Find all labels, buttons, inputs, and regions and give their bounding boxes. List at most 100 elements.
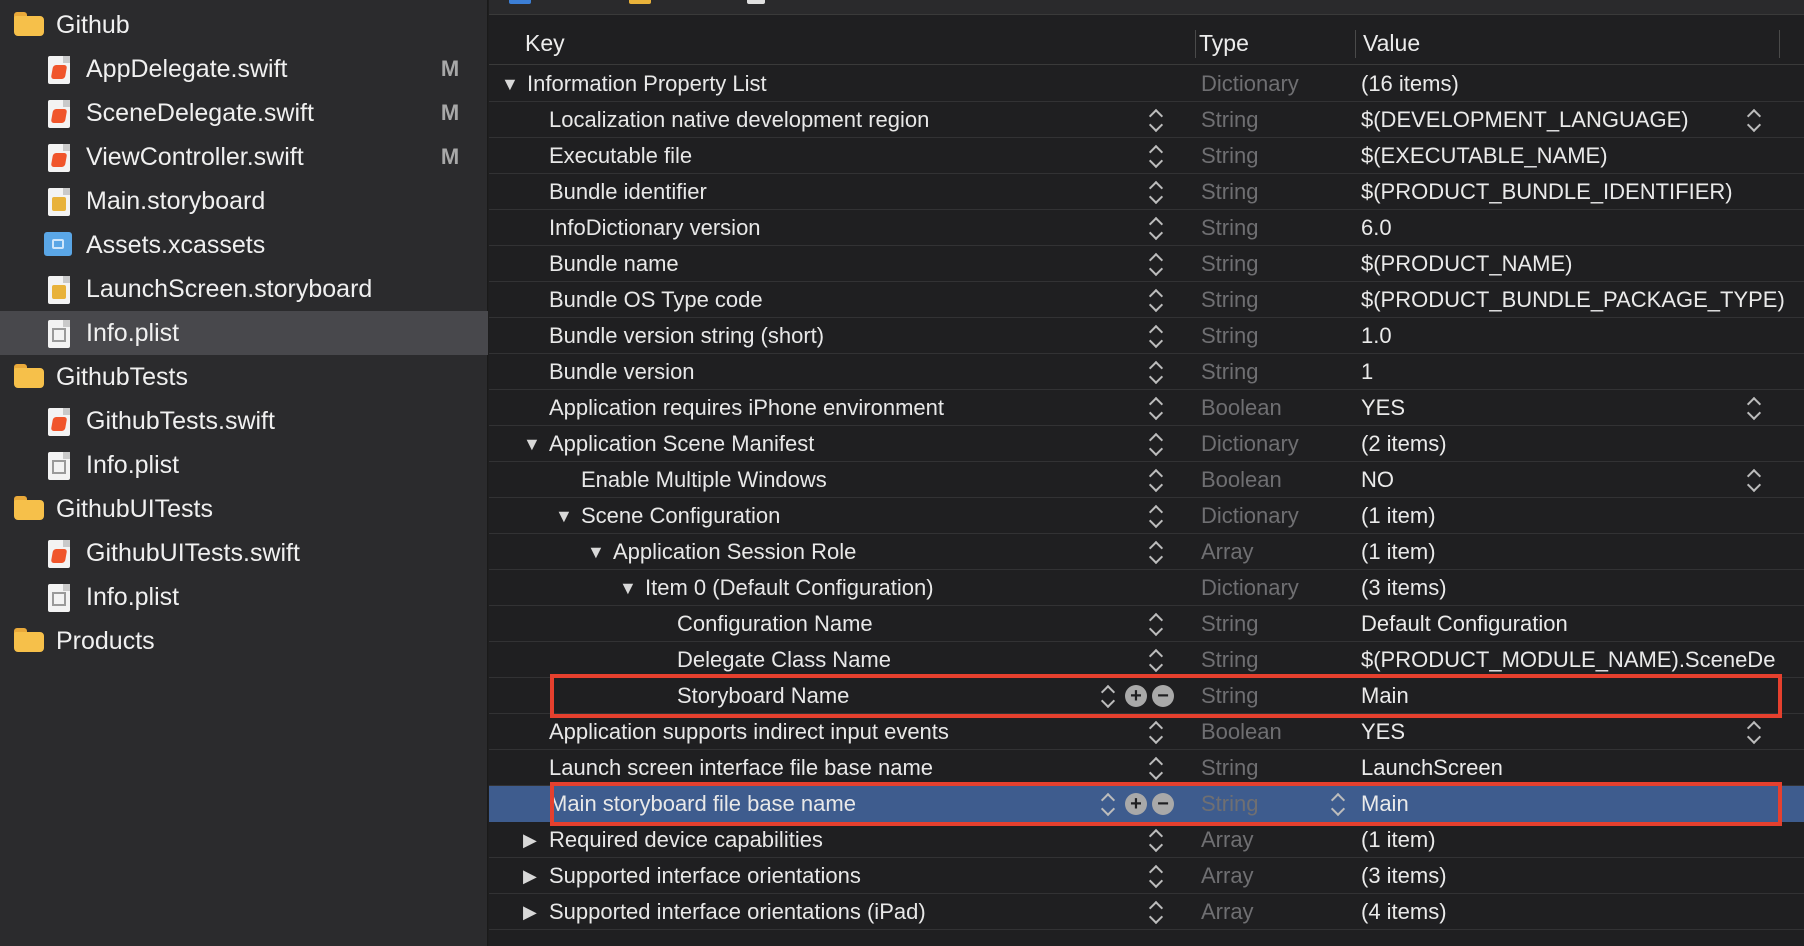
plist-type[interactable]: Boolean (1201, 390, 1282, 426)
plist-value[interactable]: (1 item) (1361, 498, 1791, 534)
navigator-group[interactable]: GithubTests (0, 355, 488, 399)
plist-row[interactable]: Launch screen interface file base name St… (489, 750, 1804, 786)
plist-key[interactable]: Scene Configuration (581, 498, 780, 534)
navigator-group[interactable]: Github (0, 3, 488, 47)
plist-key[interactable]: Storyboard Name (677, 678, 849, 714)
navigator-group[interactable]: GithubUITests (0, 487, 488, 531)
plist-type[interactable]: String (1201, 606, 1258, 642)
plist-row[interactable]: Storyboard Name + − String Main (489, 678, 1804, 714)
navigator-file[interactable]: Info.plist (0, 575, 488, 619)
navigator-group[interactable]: Products (0, 619, 488, 663)
plist-type[interactable]: String (1201, 318, 1258, 354)
disclosure-open-icon[interactable]: ▼ (619, 570, 637, 606)
key-stepper-icon[interactable] (1149, 468, 1163, 492)
column-header-value[interactable]: Value (1363, 22, 1420, 64)
plist-row[interactable]: Bundle version String 1 (489, 354, 1804, 390)
plist-row[interactable]: ▼ Application Session Role Array (1 item) (489, 534, 1804, 570)
plist-row[interactable]: Localization native development region St… (489, 102, 1804, 138)
plist-key[interactable]: Required device capabilities (549, 822, 823, 858)
key-stepper-icon[interactable] (1149, 288, 1163, 312)
plist-key[interactable]: Supported interface orientations (iPad) (549, 894, 926, 930)
plist-type[interactable]: Array (1201, 858, 1254, 894)
plist-type[interactable]: Array (1201, 894, 1254, 930)
key-stepper-icon[interactable] (1149, 252, 1163, 276)
navigator-file[interactable]: Assets.xcassets (0, 223, 488, 267)
key-stepper-icon[interactable] (1149, 360, 1163, 384)
plist-row[interactable]: Main storyboard file base name + − String Ma… (489, 786, 1804, 822)
plist-row[interactable]: ▶ Supported interface orientations Array (3… (489, 858, 1804, 894)
plist-value[interactable]: 1.0 (1361, 318, 1791, 354)
navigator-file[interactable]: ViewController.swift M (0, 135, 488, 179)
plist-key[interactable]: Application Scene Manifest (549, 426, 814, 462)
plist-type[interactable]: String (1201, 282, 1258, 318)
navigator-file[interactable]: Main.storyboard (0, 179, 488, 223)
plist-type[interactable]: String (1201, 642, 1258, 678)
disclosure-closed-icon[interactable]: ▶ (523, 822, 537, 858)
disclosure-open-icon[interactable]: ▼ (555, 498, 573, 534)
plist-value[interactable]: $(PRODUCT_NAME) (1361, 246, 1791, 282)
navigator-file[interactable]: LaunchScreen.storyboard (0, 267, 488, 311)
plist-key[interactable]: Bundle name (549, 246, 679, 282)
plist-row[interactable]: ▶ Required device capabilities Array (1 ite… (489, 822, 1804, 858)
navigator-file[interactable]: Info.plist (0, 311, 488, 355)
plist-key[interactable]: Bundle version string (short) (549, 318, 824, 354)
plist-value[interactable]: (3 items) (1361, 858, 1791, 894)
plist-value[interactable]: (2 items) (1361, 426, 1791, 462)
plist-row[interactable]: Application supports indirect input even… (489, 714, 1804, 750)
plist-value[interactable]: Default Configuration (1361, 606, 1791, 642)
plist-value[interactable]: 1 (1361, 354, 1791, 390)
key-stepper-icon[interactable] (1149, 144, 1163, 168)
key-stepper-icon[interactable] (1101, 684, 1115, 708)
key-stepper-icon[interactable] (1149, 540, 1163, 564)
plist-row[interactable]: Bundle identifier String $(PRODUCT_BUNDLE_… (489, 174, 1804, 210)
navigator-file[interactable]: AppDelegate.swift M (0, 47, 488, 91)
plist-type[interactable]: Dictionary (1201, 426, 1299, 462)
jump-bar-crumb-icon[interactable] (509, 0, 531, 4)
plist-type[interactable]: String (1201, 678, 1258, 714)
plist-value[interactable]: (16 items) (1361, 66, 1791, 102)
plist-type[interactable]: String (1201, 246, 1258, 282)
key-stepper-icon[interactable] (1149, 396, 1163, 420)
plist-key[interactable]: Localization native development region (549, 102, 929, 138)
plist-key[interactable]: Application requires iPhone environment (549, 390, 944, 426)
disclosure-open-icon[interactable]: ▼ (587, 534, 605, 570)
disclosure-open-icon[interactable]: ▼ (523, 426, 541, 462)
plist-row[interactable]: ▼ Information Property List Dictionary (16 … (489, 66, 1804, 102)
key-stepper-icon[interactable] (1149, 648, 1163, 672)
plist-value[interactable]: $(DEVELOPMENT_LANGUAGE) (1361, 102, 1791, 138)
plist-key[interactable]: Item 0 (Default Configuration) (645, 570, 934, 606)
plist-value[interactable]: LaunchScreen (1361, 750, 1791, 786)
key-stepper-icon[interactable] (1149, 216, 1163, 240)
plist-row[interactable]: InfoDictionary version String 6.0 (489, 210, 1804, 246)
plist-key[interactable]: Delegate Class Name (677, 642, 891, 678)
add-row-icon[interactable]: + (1125, 793, 1147, 815)
column-separator[interactable] (1355, 30, 1356, 58)
remove-row-icon[interactable]: − (1152, 793, 1174, 815)
plist-type[interactable]: String (1201, 354, 1258, 390)
plist-type[interactable]: String (1201, 174, 1258, 210)
plist-key[interactable]: Bundle OS Type code (549, 282, 763, 318)
jump-bar[interactable] (489, 0, 1804, 15)
plist-value[interactable]: Main (1361, 786, 1791, 822)
plist-row[interactable]: Delegate Class Name String $(PRODUCT_MODUL… (489, 642, 1804, 678)
key-stepper-icon[interactable] (1149, 612, 1163, 636)
add-row-icon[interactable]: + (1125, 685, 1147, 707)
type-stepper-icon[interactable] (1331, 792, 1345, 816)
navigator-file[interactable]: GithubTests.swift (0, 399, 488, 443)
plist-value[interactable]: (1 item) (1361, 822, 1791, 858)
plist-key[interactable]: Enable Multiple Windows (581, 462, 827, 498)
plist-value[interactable]: (3 items) (1361, 570, 1791, 606)
key-stepper-icon[interactable] (1149, 828, 1163, 852)
plist-type[interactable]: Boolean (1201, 462, 1282, 498)
navigator-file[interactable]: SceneDelegate.swift M (0, 91, 488, 135)
plist-row[interactable]: Enable Multiple Windows Boolean NO (489, 462, 1804, 498)
plist-row[interactable]: Executable file String $(EXECUTABLE_NAME) (489, 138, 1804, 174)
plist-key[interactable]: Main storyboard file base name (549, 786, 856, 822)
jump-bar-file-icon[interactable] (747, 0, 765, 4)
key-stepper-icon[interactable] (1149, 720, 1163, 744)
plist-row[interactable]: ▼ Application Scene Manifest Dictionary (2 … (489, 426, 1804, 462)
key-stepper-icon[interactable] (1149, 180, 1163, 204)
plist-row[interactable]: Bundle name String $(PRODUCT_NAME) (489, 246, 1804, 282)
plist-row[interactable]: Bundle version string (short) String 1.0 (489, 318, 1804, 354)
plist-type[interactable]: String (1201, 786, 1258, 822)
